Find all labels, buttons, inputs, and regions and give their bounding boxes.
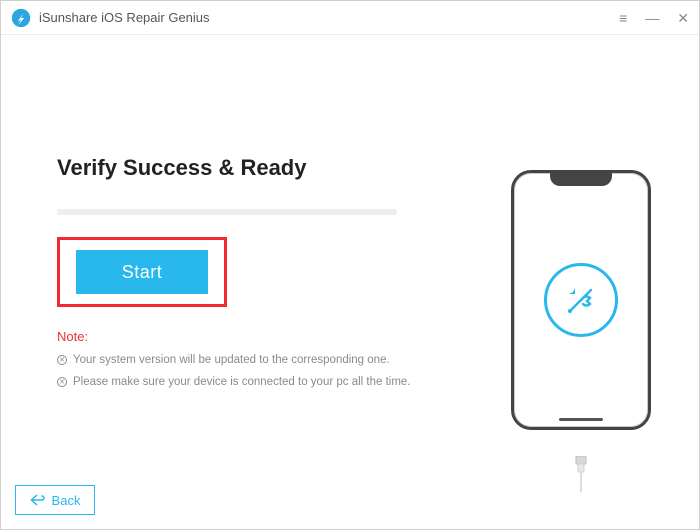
phone-icon [511, 170, 651, 430]
menu-icon[interactable]: ≡ [619, 11, 627, 25]
note-label: Note: [57, 329, 447, 344]
back-arrow-icon [30, 494, 46, 506]
window-controls: ≡ — ✕ [619, 11, 689, 25]
note-text: Please make sure your device is connecte… [73, 376, 411, 388]
footer: Back [15, 485, 95, 515]
home-indicator-icon [559, 418, 603, 421]
app-logo-icon [11, 8, 31, 28]
back-button[interactable]: Back [15, 485, 95, 515]
repair-tools-icon [544, 263, 618, 337]
device-illustration [511, 170, 651, 460]
back-label: Back [52, 493, 81, 508]
titlebar: iSunshare iOS Repair Genius ≡ — ✕ [1, 1, 699, 35]
cable-icon [570, 456, 592, 492]
start-highlight-box: Start [57, 237, 227, 307]
note-item: ✕ Your system version will be updated to… [57, 354, 447, 366]
start-button[interactable]: Start [76, 250, 208, 294]
bullet-icon: ✕ [57, 377, 67, 387]
bullet-icon: ✕ [57, 355, 67, 365]
note-item: ✕ Please make sure your device is connec… [57, 376, 447, 388]
main-content: Verify Success & Ready Start Note: ✕ You… [1, 35, 699, 388]
progress-bar [57, 209, 397, 215]
phone-notch-icon [550, 173, 612, 186]
close-icon[interactable]: ✕ [677, 11, 689, 25]
app-title: iSunshare iOS Repair Genius [39, 10, 210, 25]
note-text: Your system version will be updated to t… [73, 354, 390, 366]
minimize-icon[interactable]: — [645, 11, 659, 25]
page-title: Verify Success & Ready [57, 155, 447, 181]
